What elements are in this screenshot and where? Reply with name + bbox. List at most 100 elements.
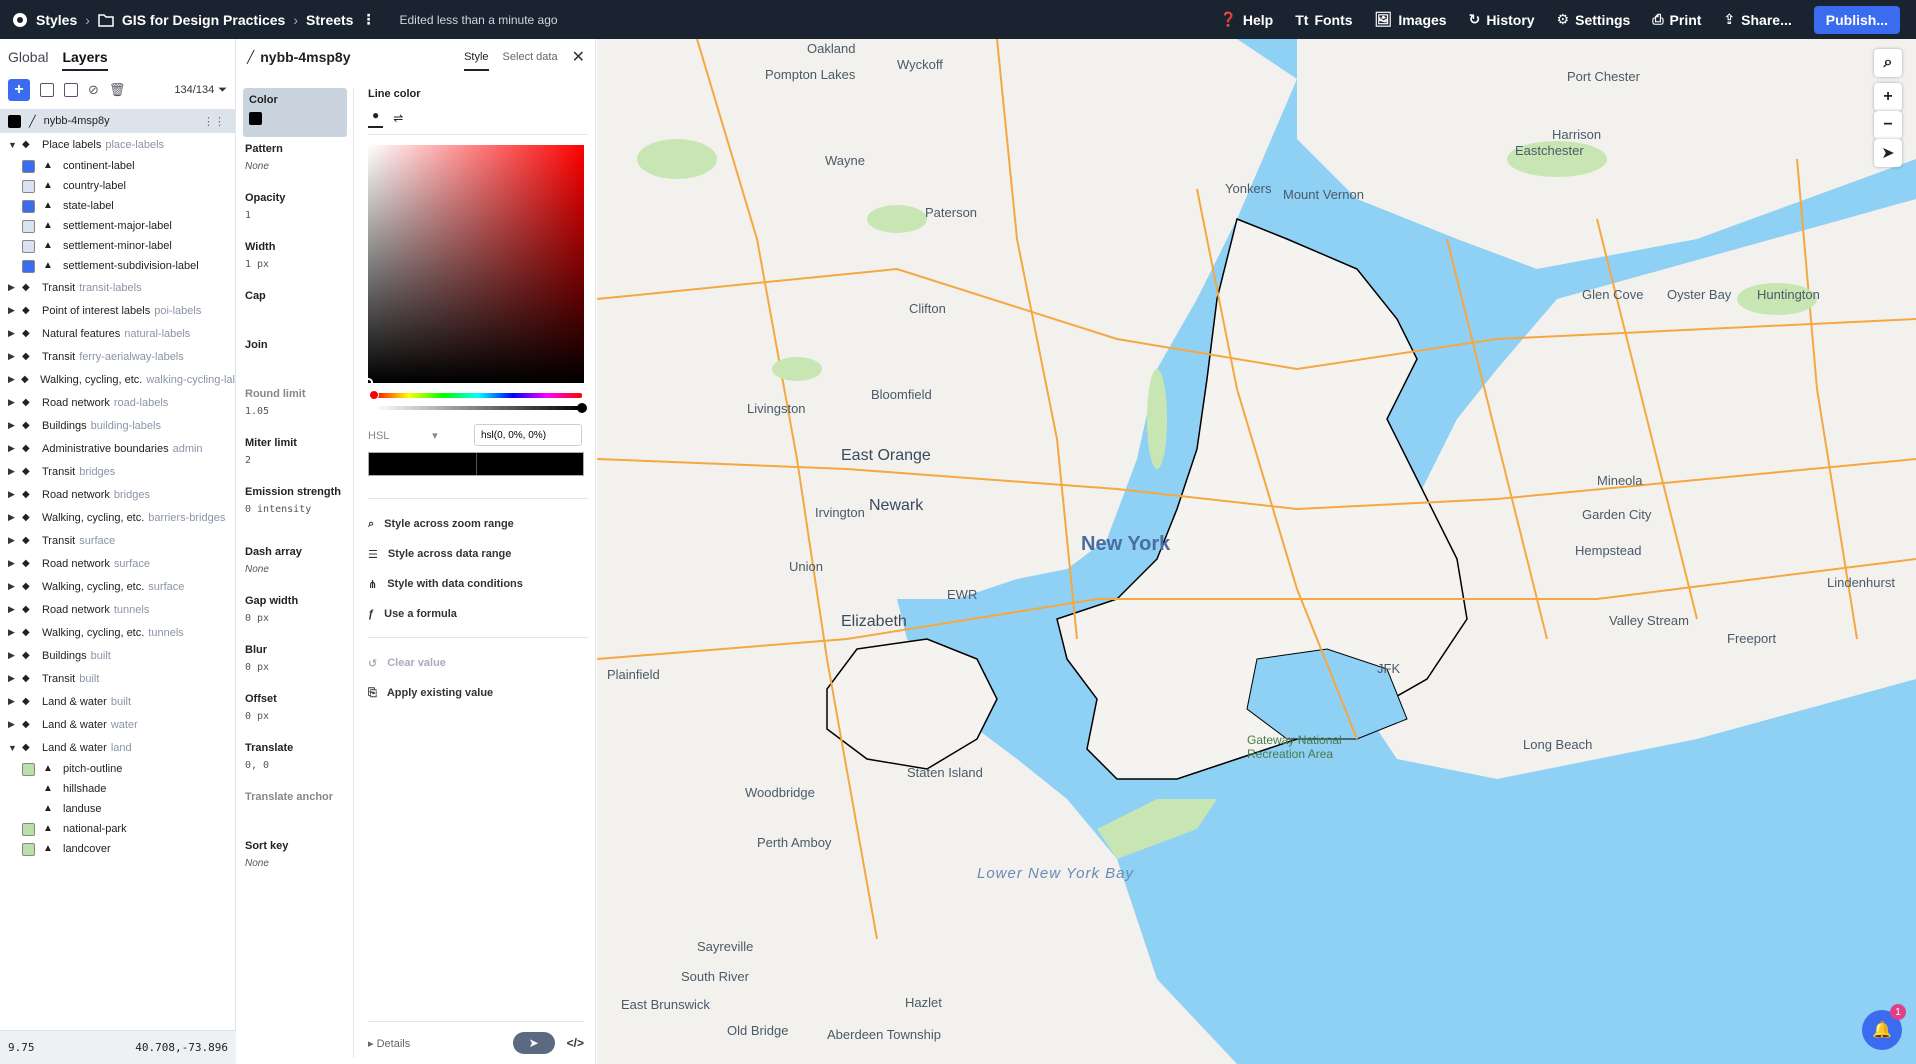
expand-caret-icon[interactable]: ▶	[8, 489, 22, 500]
property-opacity[interactable]: Opacity 1	[237, 186, 353, 235]
sublayer-item[interactable]: ▲ settlement-major-label	[0, 216, 235, 236]
layer-group-item[interactable]: ▶ ◆ Administrative boundaries admin	[0, 437, 235, 460]
layer-group-item[interactable]: ▶ ◆ Walking, cycling, etc. walking-cycling-…	[0, 368, 235, 391]
compass-button[interactable]: ➤	[1874, 139, 1902, 167]
add-layer-button[interactable]: +	[8, 79, 30, 101]
tab-style[interactable]: Style	[464, 51, 489, 71]
fonts-button[interactable]: Tt Fonts	[1295, 12, 1352, 28]
property-emission-strength[interactable]: Emission strength 0 intensity	[237, 480, 353, 540]
zoom-in-button[interactable]: +	[1874, 83, 1902, 111]
sublayer-item[interactable]: ▲ pitch-outline	[0, 759, 235, 779]
layer-group-item[interactable]: ▶ ◆ Road network surface	[0, 552, 235, 575]
history-button[interactable]: ↻ History	[1469, 11, 1535, 28]
sublayer-item[interactable]: ▲ continent-label	[0, 156, 235, 176]
solid-value-icon[interactable]: ●	[368, 108, 384, 128]
details-toggle[interactable]: ▸ Details	[368, 1037, 410, 1050]
property-sort-key[interactable]: Sort key None	[237, 834, 353, 883]
expand-caret-icon[interactable]: ▶	[8, 282, 22, 293]
trash-icon[interactable]: 🗑	[109, 82, 126, 98]
property-translate-anchor[interactable]: Translate anchor	[237, 785, 353, 834]
sublayer-item[interactable]: ▲ landuse	[0, 799, 235, 819]
layer-swatch[interactable]	[22, 179, 35, 193]
hide-icon[interactable]: ⊘	[88, 82, 99, 98]
tab-select-data[interactable]: Select data	[503, 51, 558, 63]
layer-group-item[interactable]: ▶ ◆ Buildings built	[0, 644, 235, 667]
layer-group-item[interactable]: ▶ ◆ Transit built	[0, 667, 235, 690]
more-vertical-icon[interactable]: ⋮	[361, 11, 375, 28]
notifications-button[interactable]: 🔔 1	[1862, 1004, 1906, 1050]
print-button[interactable]: ⎙ Print	[1652, 11, 1701, 28]
color-mode-select[interactable]: HSL ▾	[368, 429, 468, 442]
layer-swatch[interactable]	[22, 239, 35, 253]
layer-group-item[interactable]: ▶ ◆ Transit ferry-aerialway-labels	[0, 345, 235, 368]
layer-group-item[interactable]: ▶ ◆ Road network road-labels	[0, 391, 235, 414]
layer-group-item[interactable]: ▶ ◆ Transit surface	[0, 529, 235, 552]
layer-group-item[interactable]: ▶ ◆ Road network tunnels	[0, 598, 235, 621]
expand-caret-icon[interactable]: ▶	[8, 696, 22, 707]
property-translate[interactable]: Translate 0, 0	[237, 736, 353, 785]
layer-group-item[interactable]: ▶ ◆ Transit bridges	[0, 460, 235, 483]
sublayer-item[interactable]: ▲ landcover	[0, 839, 235, 859]
clear-value-button[interactable]: ↺ Clear value	[368, 648, 588, 678]
property-gap-width[interactable]: Gap width 0 px	[237, 589, 353, 638]
cursor-mode-button[interactable]: ➤	[512, 1032, 555, 1054]
opacity-slider[interactable]	[374, 403, 587, 413]
layer-swatch[interactable]	[22, 822, 35, 836]
layer-group-item[interactable]: ▶ ◆ Land & water water	[0, 713, 235, 736]
expand-caret-icon[interactable]: ▶	[8, 328, 22, 339]
property-dash-array[interactable]: Dash array None	[237, 540, 353, 589]
layer-group-item[interactable]: ▶ ◆ Walking, cycling, etc. surface	[0, 575, 235, 598]
property-offset[interactable]: Offset 0 px	[237, 687, 353, 736]
style-option-button[interactable]: ƒ Use a formula	[368, 599, 588, 629]
layer-group-item[interactable]: ▶ ◆ Walking, cycling, etc. tunnels	[0, 621, 235, 644]
styles-link[interactable]: Styles	[36, 12, 77, 28]
opacity-handle[interactable]	[577, 403, 587, 413]
expand-caret-icon[interactable]: ▼	[8, 743, 22, 753]
layer-swatch[interactable]	[22, 219, 35, 233]
hue-handle[interactable]	[369, 390, 379, 400]
layer-swatch[interactable]	[22, 159, 35, 173]
property-round-limit[interactable]: Round limit 1.05	[237, 382, 353, 431]
toggle-icon[interactable]: ⇌	[393, 111, 403, 125]
settings-button[interactable]: ⚙ Settings	[1557, 11, 1631, 28]
layer-group-item[interactable]: ▶ ◆ Natural features natural-labels	[0, 322, 235, 345]
saturation-picker[interactable]	[364, 145, 584, 387]
project-link[interactable]: GIS for Design Practices	[122, 12, 285, 28]
style-option-button[interactable]: ☰ Style across data range	[368, 539, 588, 569]
layer-swatch[interactable]	[22, 259, 35, 273]
property-cap[interactable]: Cap	[237, 284, 353, 333]
zoom-out-button[interactable]: −	[1874, 111, 1902, 139]
expand-caret-icon[interactable]: ▶	[8, 604, 22, 615]
property-color[interactable]: Color	[243, 88, 347, 137]
expand-caret-icon[interactable]: ▶	[8, 650, 22, 661]
property-join[interactable]: Join	[237, 333, 353, 382]
layer-group-item[interactable]: ▶ ◆ Transit transit-labels	[0, 276, 235, 299]
property-width[interactable]: Width 1 px	[237, 235, 353, 284]
images-button[interactable]: 🖼 Images	[1375, 11, 1447, 28]
expand-caret-icon[interactable]: ▶	[8, 374, 21, 385]
style-option-button[interactable]: ⌕ Style across zoom range	[368, 509, 588, 539]
map-canvas[interactable]: Oakland Wyckoff Pompton Lakes Port Chester H…	[597, 39, 1916, 1064]
color-value-input[interactable]	[474, 424, 582, 446]
layer-group-item[interactable]: ▶ ◆ Point of interest labels poi-labels	[0, 299, 235, 322]
folder-icon[interactable]	[64, 83, 78, 97]
sublayer-item[interactable]: ▲ hillshade	[0, 779, 235, 799]
help-button[interactable]: ❓ Help	[1219, 11, 1273, 28]
sublayer-item[interactable]: ▲ settlement-minor-label	[0, 236, 235, 256]
property-blur[interactable]: Blur 0 px	[237, 638, 353, 687]
sublayer-item[interactable]: ▲ state-label	[0, 196, 235, 216]
layer-group-item[interactable]: ▼ ◆ Land & water land	[0, 736, 235, 759]
layer-group-item[interactable]: ▶ ◆ Buildings building-labels	[0, 414, 235, 437]
layer-title[interactable]: nybb-4msp8y	[260, 49, 350, 65]
layer-group-item[interactable]: ▶ ◆ Walking, cycling, etc. barriers-bridges	[0, 506, 235, 529]
sublayer-item[interactable]: ▲ national-park	[0, 819, 235, 839]
drag-handle-icon[interactable]: ⋮⋮	[203, 115, 225, 128]
tab-layers[interactable]: Layers	[62, 49, 108, 71]
expand-caret-icon[interactable]: ▶	[8, 581, 22, 592]
expand-caret-icon[interactable]: ▶	[8, 627, 22, 638]
code-view-button[interactable]: </>	[567, 1036, 584, 1050]
layer-group-item[interactable]: ▶ ◆ Land & water built	[0, 690, 235, 713]
share-button[interactable]: ⇪ Share...	[1723, 11, 1791, 28]
expand-caret-icon[interactable]: ▶	[8, 397, 22, 408]
style-name[interactable]: Streets	[306, 12, 353, 28]
